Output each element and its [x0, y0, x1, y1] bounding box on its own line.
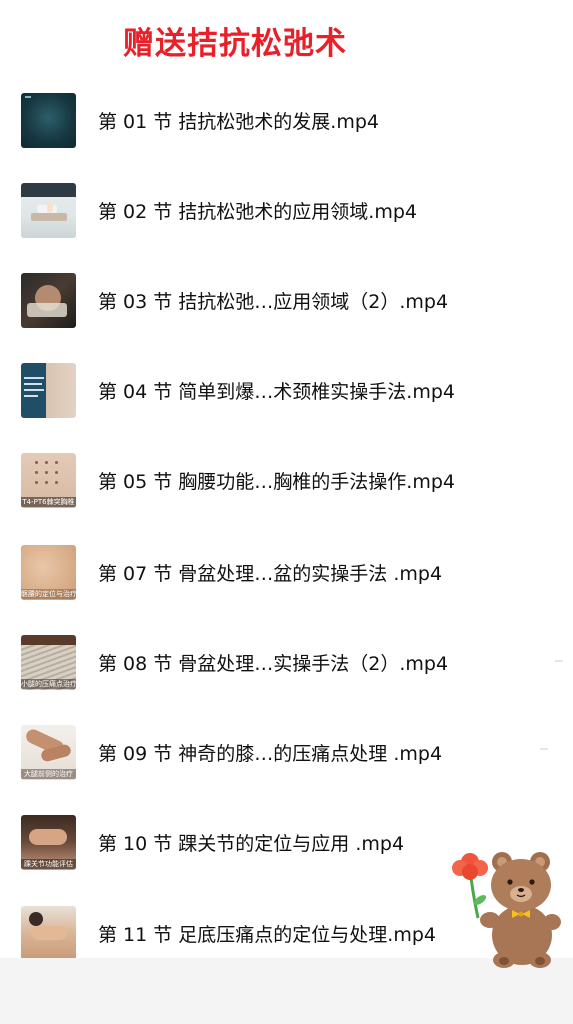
video-thumbnail	[21, 363, 76, 418]
video-thumbnail: 大腿前侧的治疗	[21, 725, 76, 780]
page-title: 赠送拮抗松弛术	[123, 26, 347, 62]
thumbnail-caption: T4-PT6棘突胸椎	[21, 497, 76, 507]
file-name: 第 10 节 踝关节的定位与应用 .mp4	[98, 833, 405, 855]
thumbnail-caption: 踝关节功能评估	[21, 859, 76, 869]
file-name: 第 09 节 神奇的膝…的压痛点处理 .mp4	[98, 743, 443, 765]
file-name: 第 07 节 骨盆处理…盆的实操手法 .mp4	[98, 563, 443, 585]
thumbnail-caption: 小腿的压痛点治疗	[21, 679, 76, 689]
video-thumbnail: 踝关节功能评估	[21, 815, 76, 870]
scroll-mark	[540, 748, 548, 750]
video-thumbnail	[21, 93, 76, 148]
file-name: 第 04 节 简单到爆…术颈椎实操手法.mp4	[98, 381, 455, 403]
video-thumbnail	[21, 183, 76, 238]
file-name: 第 11 节 足底压痛点的定位与处理.mp4	[98, 924, 436, 946]
list-item[interactable]: 第 02 节 拮抗松弛术的应用领域.mp4	[0, 183, 573, 243]
list-item[interactable]: 髂腰的定位与治疗 第 07 节 骨盆处理…盆的实操手法 .mp4	[0, 545, 573, 605]
bear-sticker-icon	[452, 852, 561, 968]
list-item[interactable]: 第 01 节 拮抗松弛术的发展.mp4	[0, 93, 573, 153]
file-name: 第 02 节 拮抗松弛术的应用领域.mp4	[98, 201, 417, 223]
list-item[interactable]: 大腿前侧的治疗 第 09 节 神奇的膝…的压痛点处理 .mp4	[0, 725, 573, 785]
list-item[interactable]: 第 03 节 拮抗松弛…应用领域（2）.mp4	[0, 273, 573, 333]
list-item[interactable]: T4-PT6棘突胸椎 第 05 节 胸腰功能…胸椎的手法操作.mp4	[0, 453, 573, 513]
video-thumbnail	[21, 273, 76, 328]
file-name: 第 01 节 拮抗松弛术的发展.mp4	[98, 111, 379, 133]
file-name: 第 08 节 骨盆处理…实操手法（2）.mp4	[98, 653, 449, 675]
file-name: 第 05 节 胸腰功能…胸椎的手法操作.mp4	[98, 471, 455, 493]
file-name: 第 03 节 拮抗松弛…应用领域（2）.mp4	[98, 291, 449, 313]
list-item[interactable]: 第 04 节 简单到爆…术颈椎实操手法.mp4	[0, 363, 573, 423]
thumbnail-caption: 髂腰的定位与治疗	[21, 589, 76, 599]
video-thumbnail: 髂腰的定位与治疗	[21, 545, 76, 600]
thumbnail-caption: 大腿前侧的治疗	[21, 769, 76, 779]
video-thumbnail: 小腿的压痛点治疗	[21, 635, 76, 690]
list-item[interactable]: 小腿的压痛点治疗 第 08 节 骨盆处理…实操手法（2）.mp4	[0, 635, 573, 695]
video-thumbnail	[21, 906, 76, 961]
scroll-mark	[555, 660, 563, 662]
video-thumbnail: T4-PT6棘突胸椎	[21, 453, 76, 508]
